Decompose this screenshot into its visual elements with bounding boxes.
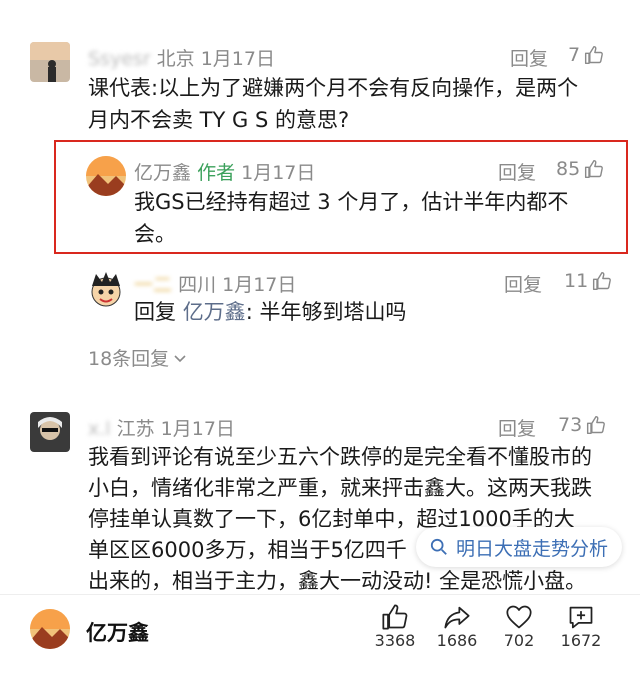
- author-avatar[interactable]: [30, 609, 70, 649]
- avatar[interactable]: [30, 412, 70, 452]
- reply-button[interactable]: 回复: [498, 158, 536, 185]
- reply-button[interactable]: 回复: [504, 270, 542, 297]
- author-avatar[interactable]: [86, 156, 126, 196]
- author-tag: 作者: [197, 162, 236, 184]
- username[interactable]: x.l: [88, 418, 111, 440]
- avatar[interactable]: [30, 42, 70, 82]
- share-action[interactable]: 1686: [430, 603, 484, 650]
- like-count: 73: [558, 414, 583, 436]
- reply-button[interactable]: 回复: [510, 44, 548, 71]
- share-count: 1686: [436, 631, 478, 650]
- like-button[interactable]: 73: [558, 414, 606, 436]
- location: 四川: [178, 274, 217, 296]
- comment-meta: 一二 四川 1月17日: [134, 270, 296, 297]
- reply-button[interactable]: 回复: [498, 414, 536, 441]
- reply-target[interactable]: 亿万鑫: [183, 300, 246, 324]
- thumbs-up-icon: [382, 604, 408, 630]
- favorite-count: 702: [503, 631, 535, 650]
- comment-text: 课代表:以上为了避嫌两个月不会有反向操作，是两个 月内不会卖 TY G S 的意…: [88, 76, 579, 132]
- like-count: 3368: [374, 631, 416, 650]
- username[interactable]: 一二: [134, 274, 172, 296]
- comment-action[interactable]: 1672: [554, 603, 608, 650]
- comment-meta: x.l 江苏 1月17日: [88, 414, 235, 441]
- like-count: 85: [556, 158, 581, 180]
- like-count: 7: [568, 44, 581, 66]
- like-button[interactable]: 7: [568, 44, 604, 66]
- author-name[interactable]: 亿万鑫: [134, 162, 191, 184]
- favorite-action[interactable]: 702: [492, 603, 546, 650]
- bottom-action-bar: 亿万鑫 3368 1686 702 1672: [0, 594, 640, 673]
- search-suggestion[interactable]: 明日大盘走势分析: [416, 527, 623, 567]
- username[interactable]: Ssyesr: [88, 48, 151, 70]
- thumbs-up-icon: [593, 271, 612, 291]
- date: 1月17日: [200, 48, 275, 70]
- location: 江苏: [116, 418, 155, 440]
- more-replies-button[interactable]: 18条回复: [88, 344, 187, 371]
- thumbs-up-icon: [585, 45, 603, 65]
- thumbs-up-icon: [585, 159, 604, 179]
- location: 北京: [156, 48, 195, 70]
- date: 1月17日: [222, 274, 297, 296]
- comment-text: 我看到评论有说至少五六个跌停的是完全看不懂股市的 小白，情绪化非常之严重，就来抨…: [88, 445, 592, 593]
- date: 1月17日: [241, 162, 316, 184]
- like-count: 11: [564, 270, 589, 292]
- like-action[interactable]: 3368: [368, 603, 422, 650]
- search-icon: [430, 538, 447, 555]
- author-meta: 亿万鑫 作者 1月17日: [134, 158, 315, 185]
- chevron-down-icon: [174, 354, 186, 362]
- like-button[interactable]: 11: [564, 270, 612, 292]
- author-reply-text: 我GS已经持有超过 3 个月了，估计半年内都不 会。: [134, 190, 569, 246]
- comment-count: 1672: [560, 631, 602, 650]
- thumbs-up-icon: [587, 415, 606, 435]
- like-button[interactable]: 85: [556, 158, 604, 180]
- comment-add-icon: [569, 606, 593, 629]
- heart-icon: [506, 605, 532, 629]
- share-icon: [444, 606, 470, 629]
- date: 1月17日: [160, 418, 235, 440]
- sub-reply-text: 回复 亿万鑫: 半年够到塔山吗: [134, 300, 407, 324]
- comment-meta: Ssyesr 北京 1月17日: [88, 44, 275, 71]
- author-name[interactable]: 亿万鑫: [86, 617, 149, 647]
- avatar[interactable]: [86, 268, 126, 308]
